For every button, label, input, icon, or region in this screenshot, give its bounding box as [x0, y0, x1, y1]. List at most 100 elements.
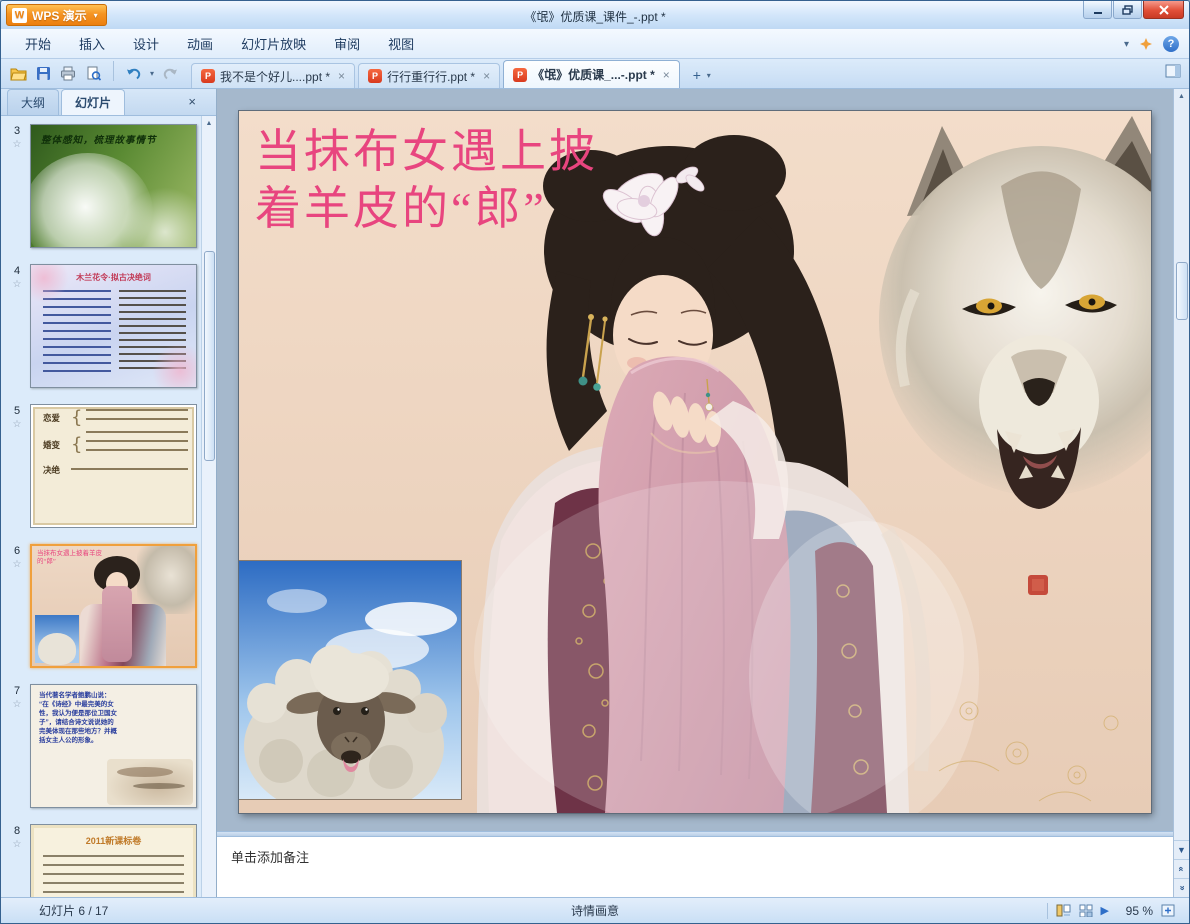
- scroll-up-icon[interactable]: ▲: [206, 116, 213, 131]
- print-preview-icon: [87, 66, 101, 81]
- tab-close-icon[interactable]: ×: [663, 68, 670, 82]
- menu-tab-view[interactable]: 视图: [374, 28, 428, 59]
- text-placeholder: [86, 409, 188, 427]
- slide-number: 5: [13, 405, 21, 417]
- save-button[interactable]: [34, 64, 52, 82]
- slide-8-thumbnail[interactable]: 2011新课标卷: [30, 824, 197, 897]
- skin-icon[interactable]: [1139, 37, 1153, 51]
- panel-close-icon[interactable]: ×: [188, 95, 196, 108]
- document-tab-label: 我不是个好儿....ppt *: [220, 69, 331, 84]
- slide-5-number: 5 ☆: [7, 404, 27, 528]
- document-tab-label: 《氓》优质课_...-.ppt *: [532, 68, 655, 82]
- scroll-up-icon[interactable]: ▲: [1178, 89, 1185, 104]
- slide-4-thumbnail[interactable]: 木兰花令·拟古决绝词: [30, 264, 197, 388]
- slide-5-item[interactable]: 5 ☆ 恋爱 { 婚变 {决绝: [7, 404, 197, 528]
- slide-6-canvas[interactable]: 当抹布女遇上披 着羊皮的“郎”: [239, 111, 1151, 813]
- tab-close-icon[interactable]: ×: [338, 69, 345, 83]
- slide-title-line: 着羊皮的“郎”: [255, 183, 547, 234]
- content-area: 大纲 幻灯片 × 3 ☆ 整体感知，梳理故事情节 4 ☆ 木兰花令·拟古决绝词 …: [1, 89, 1189, 897]
- slide-7-number: 7 ☆: [7, 684, 27, 808]
- wps-logo-icon: W: [12, 7, 27, 23]
- print-preview-button[interactable]: [84, 64, 102, 82]
- undo-button[interactable]: [125, 64, 143, 82]
- close-icon: [1158, 4, 1169, 15]
- new-tab-button[interactable]: +: [687, 65, 707, 85]
- close-button[interactable]: [1143, 1, 1184, 19]
- open-file-button[interactable]: [9, 64, 27, 82]
- double-chevron-up-icon: «: [1176, 866, 1187, 872]
- slide-8-item[interactable]: 8 ☆ 2011新课标卷: [7, 824, 197, 897]
- slideshow-play-icon[interactable]: ▶: [1101, 904, 1109, 917]
- slide-number: 4: [13, 265, 21, 277]
- slide-sorter-icon[interactable]: [1079, 904, 1093, 917]
- normal-view-icon[interactable]: [1056, 904, 1071, 917]
- menu-tab-design[interactable]: 设计: [119, 28, 173, 59]
- slide-6-item-selected[interactable]: 6 ☆ 当抹布女遇上披着羊皮的“郎”: [7, 544, 197, 668]
- fit-window-icon[interactable]: [1161, 904, 1175, 917]
- menubar-right-tools: ▾ ?: [1124, 29, 1179, 59]
- print-button[interactable]: [59, 64, 77, 82]
- task-window-icon[interactable]: [1165, 64, 1181, 78]
- collapse-ribbon-icon[interactable]: ▾: [1124, 39, 1129, 50]
- wolf-art: [879, 116, 1151, 509]
- slide-6-number: 6 ☆: [7, 544, 27, 668]
- scroll-down-icon[interactable]: ▼: [1174, 840, 1189, 859]
- stage-label: 决绝: [43, 464, 61, 475]
- document-tab-2[interactable]: P 行行重行行.ppt * ×: [358, 63, 501, 88]
- slide-3-thumbnail[interactable]: 整体感知，梳理故事情节: [30, 124, 197, 248]
- animation-star-icon: ☆: [12, 839, 22, 850]
- slide-7-item[interactable]: 7 ☆ 当代著名学者鲍鹏山说： “在《诗经》中最完美的女 性，我认为便是那位卫国…: [7, 684, 197, 808]
- document-tab-1[interactable]: P 我不是个好儿....ppt * ×: [191, 63, 356, 88]
- next-slide-button[interactable]: «: [1174, 878, 1189, 897]
- tab-slides[interactable]: 幻灯片: [61, 89, 126, 115]
- previous-slide-button[interactable]: «: [1174, 859, 1189, 878]
- quick-access-icons: ▾: [7, 58, 185, 88]
- thumb-text-columns: [31, 283, 196, 374]
- redo-button[interactable]: [161, 64, 179, 82]
- menu-tab-home[interactable]: 开始: [11, 28, 65, 59]
- slide-8-number: 8 ☆: [7, 824, 27, 897]
- text-placeholder: [118, 290, 186, 374]
- slide-title-textbox[interactable]: 当抹布女遇上披 着羊皮的“郎”: [255, 123, 598, 237]
- menu-tab-review[interactable]: 审阅: [320, 28, 374, 59]
- document-tab-3-active[interactable]: P 《氓》优质课_...-.ppt * ×: [503, 60, 680, 88]
- tab-outline[interactable]: 大纲: [7, 89, 60, 115]
- scrollbar-thumb[interactable]: [203, 251, 215, 461]
- text-placeholder: [71, 468, 188, 477]
- menu-tab-insert[interactable]: 插入: [65, 28, 119, 59]
- notes-pane[interactable]: 单击添加备注: [217, 837, 1173, 897]
- notes-placeholder: 单击添加备注: [231, 850, 310, 865]
- main-scrollbar[interactable]: ▲ ▼ « «: [1173, 89, 1189, 897]
- restore-button[interactable]: [1113, 1, 1142, 19]
- text-placeholder: [43, 855, 184, 897]
- quote-line: 子”，请结合诗文说说她的: [39, 719, 114, 726]
- tab-list-caret[interactable]: ▾: [707, 71, 711, 80]
- zoom-level[interactable]: 95 %: [1117, 904, 1153, 918]
- undo-dropdown-caret[interactable]: ▾: [150, 69, 154, 78]
- sheep-photo[interactable]: [239, 561, 461, 813]
- animation-star-icon: ☆: [12, 279, 22, 290]
- minimize-icon: [1093, 11, 1102, 14]
- slide-3-item[interactable]: 3 ☆ 整体感知，梳理故事情节: [7, 124, 197, 248]
- slide-3-number: 3 ☆: [7, 124, 27, 248]
- scrollbar-thumb[interactable]: [1175, 262, 1188, 320]
- minimize-button[interactable]: [1083, 1, 1112, 19]
- panel-tabs: 大纲 幻灯片 ×: [1, 89, 216, 116]
- sidebar-scrollbar[interactable]: ▲: [201, 116, 216, 897]
- menu-tab-animation[interactable]: 动画: [173, 28, 227, 59]
- thumbnail-list: 3 ☆ 整体感知，梳理故事情节 4 ☆ 木兰花令·拟古决绝词 5 ☆ 恋爱 {…: [1, 116, 216, 897]
- wps-menu-button[interactable]: W WPS 演示 ▾: [6, 4, 107, 26]
- status-bar: 幻灯片 6 / 17 诗情画意 ▶ 95 %: [1, 897, 1189, 923]
- menu-bar: 开始 插入 设计 动画 幻灯片放映 审阅 视图 ▾ ?: [1, 29, 1189, 59]
- thumb-title: 当抹布女遇上披着羊皮的“郎”: [37, 550, 102, 565]
- thumb-quote-text: 当代著名学者鲍鹏山说： “在《诗经》中最完美的女 性，我认为便是那位卫国女 子”…: [31, 685, 196, 745]
- outline-row: 决绝: [31, 458, 196, 477]
- tab-close-icon[interactable]: ×: [483, 69, 490, 83]
- slide-5-thumbnail[interactable]: 恋爱 { 婚变 { 决绝: [30, 404, 197, 528]
- menu-tab-slideshow[interactable]: 幻灯片放映: [227, 28, 320, 59]
- help-icon[interactable]: ?: [1163, 36, 1179, 52]
- slide-4-item[interactable]: 4 ☆ 木兰花令·拟古决绝词: [7, 264, 197, 388]
- slide-editor: 当抹布女遇上披 着羊皮的“郎” 单击添加备注: [217, 89, 1173, 897]
- slide-7-thumbnail[interactable]: 当代著名学者鲍鹏山说： “在《诗经》中最完美的女 性，我认为便是那位卫国女 子”…: [30, 684, 197, 808]
- slide-6-thumbnail[interactable]: 当抹布女遇上披着羊皮的“郎”: [30, 544, 197, 668]
